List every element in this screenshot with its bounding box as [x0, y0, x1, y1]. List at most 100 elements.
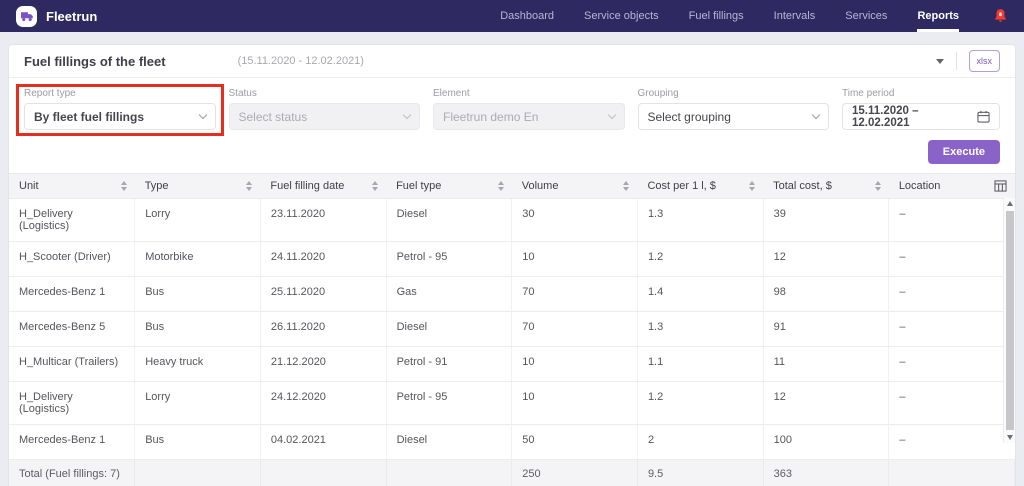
total-cell-fuel_type [386, 460, 512, 486]
cell-fuel_type: Petrol - 95 [386, 382, 512, 425]
total-cell-unit: Total (Fuel fillings: 7) [9, 460, 135, 486]
report-header: Fuel fillings of the fleet (15.11.2020 -… [9, 45, 1015, 78]
sort-icon[interactable] [749, 181, 755, 191]
cell-total_cost: 100 [763, 425, 889, 460]
divider [956, 52, 957, 70]
time-period-value: 15.11.2020 – 12.02.2021 [852, 105, 977, 129]
vertical-scrollbar[interactable] [1003, 198, 1015, 443]
cell-total_cost: 98 [763, 277, 889, 312]
filter-element: Element Fleetrun demo En [433, 88, 625, 130]
chevron-down-icon [403, 111, 411, 119]
chevron-down-icon [607, 111, 615, 119]
cell-total_cost: 91 [763, 312, 889, 347]
filter-time-period: Time period 15.11.2020 – 12.02.2021 [842, 88, 1000, 130]
cell-location: – [889, 347, 1015, 382]
cell-volume: 10 [512, 242, 638, 277]
cell-cost_per_l: 1.2 [637, 242, 763, 277]
cell-fuel_type: Diesel [386, 312, 512, 347]
nav-item-reports[interactable]: Reports [917, 0, 959, 32]
column-header-total_cost[interactable]: Total cost, $ [763, 174, 889, 199]
report-type-select[interactable]: By fleet fuel fillings [24, 103, 216, 130]
cell-fuel_filling_date: 21.12.2020 [260, 347, 386, 382]
execute-row: Execute [9, 130, 1015, 173]
cell-location: – [889, 312, 1015, 347]
cell-unit: Mercedes-Benz 1 [9, 277, 135, 312]
column-label: Location [899, 180, 941, 192]
cell-location: – [889, 277, 1015, 312]
sort-icon[interactable] [246, 181, 252, 191]
time-period-input[interactable]: 15.11.2020 – 12.02.2021 [842, 103, 1000, 130]
cell-unit: H_Delivery (Logistics) [9, 382, 135, 425]
cell-fuel_filling_date: 23.11.2020 [260, 199, 386, 242]
filter-grouping: Grouping Select grouping [638, 88, 830, 130]
table-header-row: Unit Type Fuel filling dateFuel type Volume… [9, 174, 1015, 199]
cell-type: Bus [135, 425, 261, 460]
column-header-location: Location [889, 174, 1015, 199]
scroll-up-icon[interactable] [1007, 201, 1013, 206]
cell-location: – [889, 199, 1015, 242]
cell-fuel_filling_date: 24.11.2020 [260, 242, 386, 277]
nav-item-service-objects[interactable]: Service objects [584, 0, 659, 32]
cell-volume: 70 [512, 277, 638, 312]
column-header-fuel_type[interactable]: Fuel type [386, 174, 512, 199]
fleetrun-logo-icon [16, 6, 37, 27]
grouping-select[interactable]: Select grouping [638, 103, 830, 130]
column-label: Volume [522, 180, 559, 192]
cell-fuel_filling_date: 25.11.2020 [260, 277, 386, 312]
report-card: Fuel fillings of the fleet (15.11.2020 -… [8, 44, 1016, 486]
column-label: Type [145, 180, 169, 192]
cell-fuel_filling_date: 04.02.2021 [260, 425, 386, 460]
cell-total_cost: 12 [763, 382, 889, 425]
table-row[interactable]: Mercedes-Benz 1Bus25.11.2020Gas701.498– [9, 277, 1015, 312]
cell-type: Bus [135, 277, 261, 312]
table-columns-icon[interactable] [994, 180, 1007, 192]
table-row[interactable]: Mercedes-Benz 1Bus04.02.2021Diesel502100… [9, 425, 1015, 460]
cell-cost_per_l: 1.1 [637, 347, 763, 382]
cell-volume: 70 [512, 312, 638, 347]
table-row[interactable]: H_Scooter (Driver)Motorbike24.11.2020Pet… [9, 242, 1015, 277]
table-row[interactable]: H_Delivery (Logistics)Lorry23.11.2020Die… [9, 199, 1015, 242]
nav-item-dashboard[interactable]: Dashboard [500, 0, 554, 32]
sort-icon[interactable] [498, 181, 504, 191]
cell-fuel_type: Diesel [386, 425, 512, 460]
sort-icon[interactable] [372, 181, 378, 191]
nav-item-intervals[interactable]: Intervals [774, 0, 816, 32]
total-cell-fuel_filling_date [260, 460, 386, 486]
notifications-bell-icon[interactable] [993, 8, 1008, 24]
column-header-fuel_filling_date[interactable]: Fuel filling date [260, 174, 386, 199]
cell-type: Bus [135, 312, 261, 347]
sort-icon[interactable] [623, 181, 629, 191]
cell-fuel_type: Gas [386, 277, 512, 312]
element-value: Fleetrun demo En [443, 110, 538, 124]
sort-icon[interactable] [875, 181, 881, 191]
column-header-volume[interactable]: Volume [512, 174, 638, 199]
cell-type: Heavy truck [135, 347, 261, 382]
sort-icon[interactable] [121, 181, 127, 191]
cell-total_cost: 11 [763, 347, 889, 382]
cell-fuel_filling_date: 24.12.2020 [260, 382, 386, 425]
header-actions: xlsx [936, 50, 1001, 72]
filter-label: Status [229, 88, 421, 99]
filter-label: Report type [24, 88, 216, 99]
export-xlsx-button[interactable]: xlsx [969, 50, 1001, 72]
total-cell-cost_per_l: 9.5 [637, 460, 763, 486]
scroll-down-icon[interactable] [1007, 435, 1013, 440]
column-header-cost_per_l[interactable]: Cost per 1 l, $ [637, 174, 763, 199]
column-header-unit[interactable]: Unit [9, 174, 135, 199]
execute-button[interactable]: Execute [928, 140, 1000, 164]
table-row[interactable]: Mercedes-Benz 5Bus26.11.2020Diesel701.39… [9, 312, 1015, 347]
calendar-icon[interactable] [977, 110, 990, 123]
vertical-scroll-thumb[interactable] [1006, 211, 1014, 430]
top-navbar: Fleetrun Dashboard Service objects Fuel fi… [0, 0, 1024, 32]
nav-item-services[interactable]: Services [845, 0, 887, 32]
cell-volume: 10 [512, 347, 638, 382]
column-header-type[interactable]: Type [135, 174, 261, 199]
filter-report-type: Report type By fleet fuel fillings [24, 88, 216, 130]
collapse-chevron-icon[interactable] [936, 59, 944, 64]
brand: Fleetrun [16, 6, 97, 27]
cell-type: Lorry [135, 199, 261, 242]
nav-item-fuel-fillings[interactable]: Fuel fillings [689, 0, 744, 32]
table-row[interactable]: H_Delivery (Logistics)Lorry24.12.2020Pet… [9, 382, 1015, 425]
table-row[interactable]: H_Multicar (Trailers)Heavy truck21.12.20… [9, 347, 1015, 382]
total-cell-total_cost: 363 [763, 460, 889, 486]
